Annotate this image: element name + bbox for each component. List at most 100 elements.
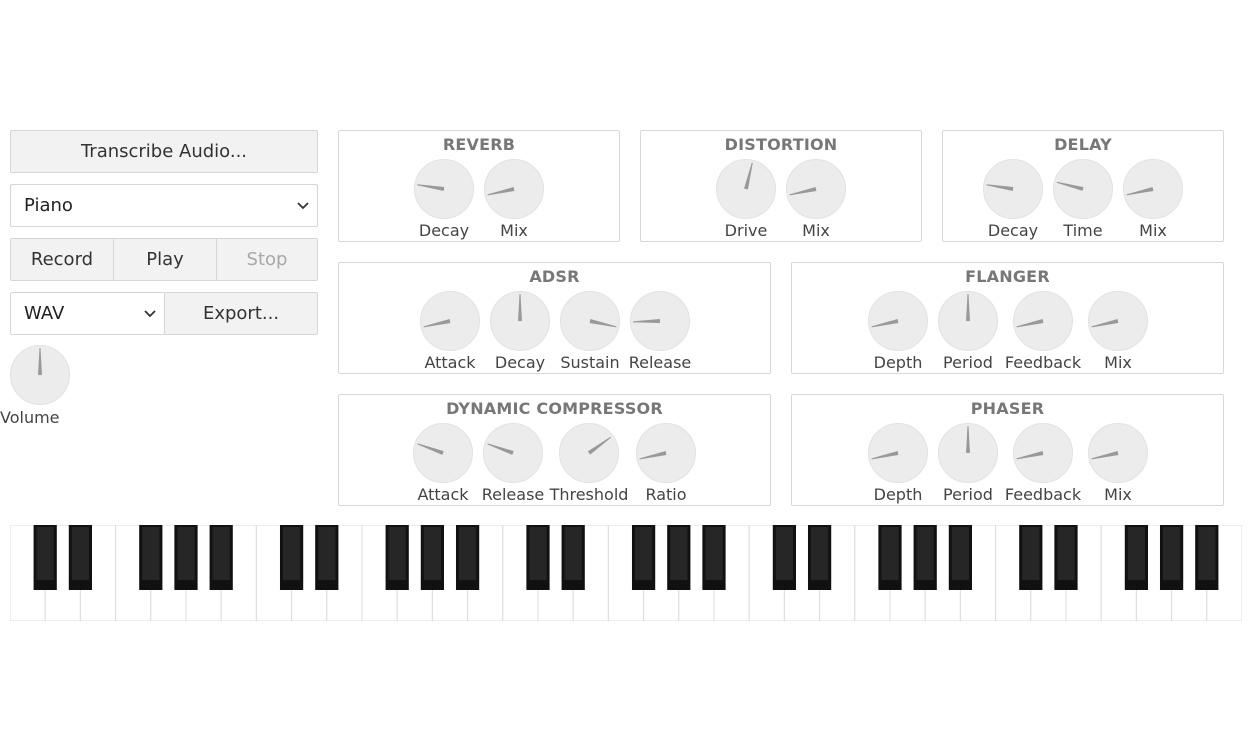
knob-dial (1123, 159, 1183, 219)
adsr-sustain-knob[interactable]: Sustain (560, 291, 620, 372)
compressor-title: DYNAMIC COMPRESSOR (446, 399, 663, 418)
knob-dial (559, 423, 619, 483)
black-key[interactable] (878, 525, 902, 590)
adsr-attack-knob[interactable]: Attack (420, 291, 480, 372)
distortion-drive-knob[interactable]: Drive (716, 159, 776, 240)
instrument-select[interactable]: Piano (10, 184, 318, 227)
phaser-feedback-knob[interactable]: Feedback (1005, 423, 1081, 504)
play-label: Play (146, 249, 184, 270)
record-label: Record (30, 249, 94, 270)
delay-decay-knob[interactable]: Decay (983, 159, 1043, 240)
knob-dial (786, 159, 846, 219)
compressor-release-knob[interactable]: Release (482, 423, 544, 504)
transcribe-audio-label: Transcribe Audio... (80, 141, 248, 162)
black-key[interactable] (209, 525, 233, 590)
knob-label: Mix (500, 221, 528, 240)
black-key[interactable] (33, 525, 57, 590)
compressor-threshold-knob[interactable]: Threshold (550, 423, 628, 504)
stop-label: Stop (246, 249, 288, 270)
black-key[interactable] (913, 525, 937, 590)
reverb-panel: REVERB Decay Mix (338, 130, 620, 242)
export-button[interactable]: Export... (164, 292, 318, 335)
black-key[interactable] (948, 525, 973, 590)
knob-dial (868, 423, 928, 483)
black-key[interactable] (631, 525, 656, 590)
black-key[interactable] (1019, 525, 1043, 590)
black-key[interactable] (139, 525, 163, 590)
play-button[interactable]: Play (114, 239, 217, 280)
knob-label: Mix (1104, 485, 1132, 504)
reverb-decay-knob[interactable]: Decay (414, 159, 474, 240)
knob-label: Mix (802, 221, 830, 240)
phaser-period-knob[interactable]: Period (938, 423, 998, 504)
knob-dial (414, 159, 474, 219)
compressor-ratio-knob[interactable]: Ratio (636, 423, 696, 504)
export-label: Export... (202, 303, 280, 324)
knob-dial (630, 291, 690, 351)
knob-dial (716, 159, 776, 219)
knob-dial (636, 423, 696, 483)
adsr-panel: ADSR Attack Decay Sustain Release (338, 262, 771, 374)
stop-button[interactable]: Stop (217, 239, 317, 280)
black-key[interactable] (455, 525, 480, 590)
black-key[interactable] (561, 525, 585, 590)
knob-dial (420, 291, 480, 351)
black-key[interactable] (279, 525, 304, 590)
adsr-release-knob[interactable]: Release (629, 291, 691, 372)
adsr-decay-knob[interactable]: Decay (490, 291, 550, 372)
black-key[interactable] (174, 525, 198, 590)
flanger-depth-knob[interactable]: Depth (868, 291, 928, 372)
flanger-title: FLANGER (965, 267, 1050, 286)
knob-dial (413, 423, 473, 483)
piano-keyboard[interactable] (10, 525, 1242, 621)
phaser-depth-knob[interactable]: Depth (868, 423, 928, 504)
knob-dial (560, 291, 620, 351)
reverb-mix-knob[interactable]: Mix (484, 159, 544, 240)
knob-dial (1013, 423, 1073, 483)
delay-title: DELAY (1054, 135, 1112, 154)
black-key[interactable] (667, 525, 691, 590)
flanger-feedback-knob[interactable]: Feedback (1005, 291, 1081, 372)
compressor-attack-knob[interactable]: Attack (413, 423, 473, 504)
distortion-mix-knob[interactable]: Mix (786, 159, 846, 240)
black-key[interactable] (315, 525, 339, 590)
black-key[interactable] (1054, 525, 1078, 590)
transport-bar: Record Play Stop (10, 238, 318, 281)
reverb-title: REVERB (442, 135, 516, 154)
record-button[interactable]: Record (11, 239, 114, 280)
black-key[interactable] (1124, 525, 1149, 590)
black-key[interactable] (1159, 525, 1184, 590)
delay-time-knob[interactable]: Time (1053, 159, 1113, 240)
knob-label: Release (628, 353, 692, 372)
knob-dial (868, 291, 928, 351)
volume-knob[interactable]: Volume (0, 345, 70, 427)
delay-mix-knob[interactable]: Mix (1123, 159, 1183, 240)
knob-dial (983, 159, 1043, 219)
distortion-panel: DISTORTION Drive Mix (640, 130, 922, 242)
knob-dial (938, 291, 998, 351)
black-key[interactable] (1195, 525, 1219, 590)
transcribe-audio-button[interactable]: Transcribe Audio... (10, 130, 318, 173)
format-select[interactable]: WAV (10, 292, 165, 335)
knob-dial (490, 291, 550, 351)
phaser-mix-knob[interactable]: Mix (1088, 423, 1148, 504)
delay-panel: DELAY Decay Time Mix (942, 130, 1224, 242)
chevron-down-icon (144, 309, 156, 317)
black-key[interactable] (68, 525, 93, 590)
black-key[interactable] (702, 525, 726, 590)
flanger-mix-knob[interactable]: Mix (1088, 291, 1148, 372)
black-key[interactable] (772, 525, 797, 590)
flanger-period-knob[interactable]: Period (938, 291, 998, 372)
black-key[interactable] (420, 525, 445, 590)
knob-dial (10, 345, 70, 405)
distortion-title: DISTORTION (724, 135, 838, 154)
knob-label: Mix (1139, 221, 1167, 240)
compressor-panel: DYNAMIC COMPRESSOR Attack Release Thresh… (338, 394, 771, 506)
phaser-panel: PHASER Depth Period Feedback Mix (791, 394, 1224, 506)
knob-label: Mix (1104, 353, 1132, 372)
volume-label: Volume (0, 408, 60, 427)
black-key[interactable] (385, 525, 409, 590)
black-key[interactable] (526, 525, 550, 590)
black-key[interactable] (807, 525, 832, 590)
flanger-panel: FLANGER Depth Period Feedback Mix (791, 262, 1224, 374)
